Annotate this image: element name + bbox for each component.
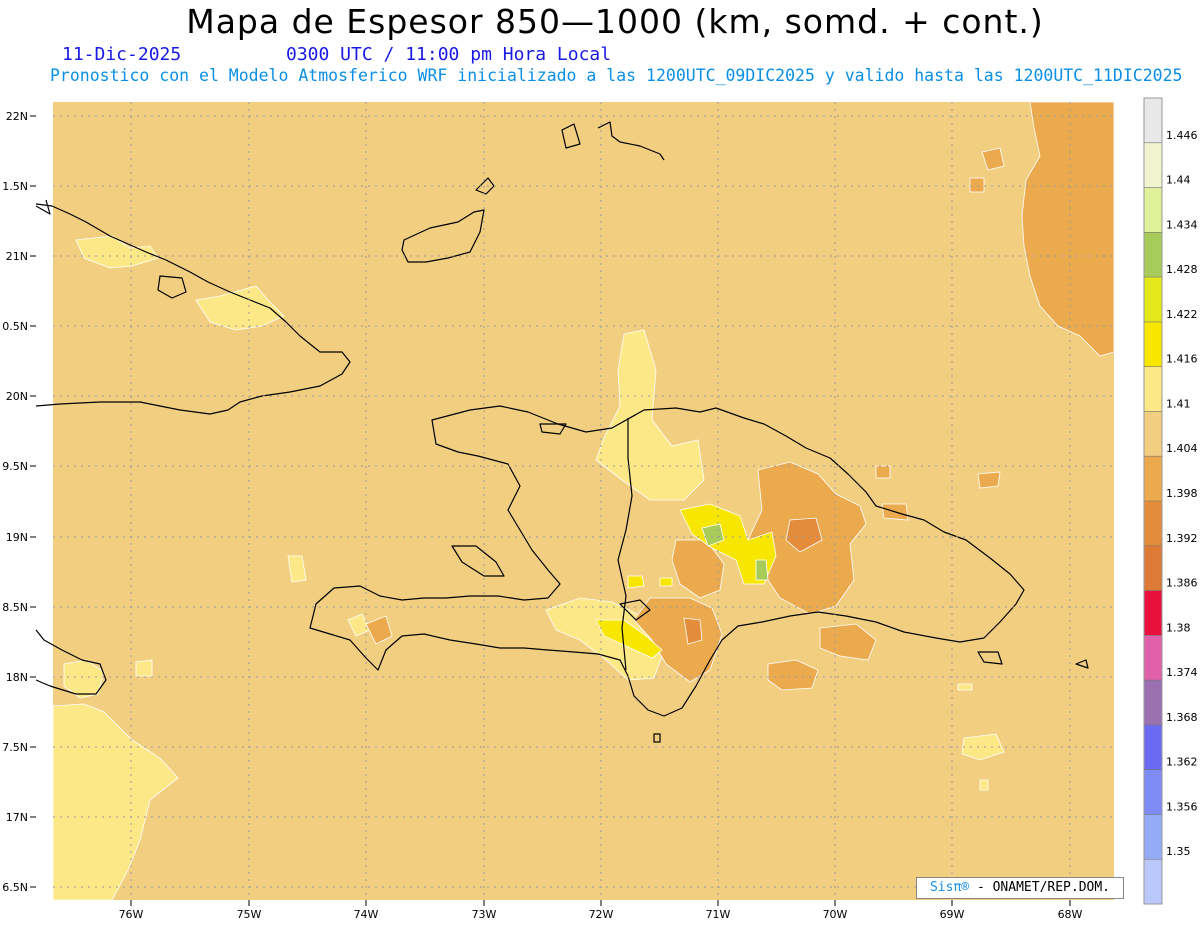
map-title: Mapa de Espesor 850—1000 (km, somd. + co… (186, 2, 1044, 41)
lat-label: 9.5N (2, 460, 28, 473)
lat-label: 18N (6, 671, 28, 684)
colorbar-label: 1.428 (1166, 263, 1198, 276)
colorbar-labels: 1.446 1.44 1.434 1.428 1.422 1.416 1.41 1.404 1.… (1166, 129, 1198, 858)
colorbar-label: 1.392 (1166, 532, 1198, 545)
map-field-background (53, 102, 1114, 900)
colorbar-label: 1.44 (1166, 174, 1191, 187)
colorbar-swatch (1144, 456, 1162, 502)
valid-date: 11-Dic-2025 (62, 44, 182, 65)
lat-label: 20N (6, 390, 28, 403)
colorbar-label: 1.422 (1166, 308, 1198, 321)
lon-label: 70W (823, 908, 848, 921)
lon-label: 73W (472, 908, 497, 921)
lat-label: 1.5N (2, 180, 28, 193)
lat-label: 19N (6, 531, 28, 544)
lon-label: 76W (119, 908, 144, 921)
latitude-labels: 22N 1.5N 21N 0.5N 20N 9.5N 19N 8.5N 18N … (2, 110, 28, 894)
colorbar-label: 1.446 (1166, 129, 1198, 142)
colorbar-swatch (1144, 142, 1162, 189)
colorbar-swatch (1144, 590, 1162, 636)
lat-label: 6.5N (2, 881, 28, 894)
colorbar-swatch (1144, 724, 1162, 771)
lon-label: 68W (1058, 908, 1083, 921)
lat-label: 17N (6, 811, 28, 824)
lon-label: 74W (354, 908, 379, 921)
colorbar-swatch (1144, 859, 1162, 905)
valid-time: 0300 UTC / 11:00 pm Hora Local (286, 44, 612, 65)
colorbar-swatch (1144, 232, 1162, 278)
lon-label: 71W (706, 908, 731, 921)
lon-label: 72W (589, 908, 614, 921)
colorbar-swatch (1144, 501, 1162, 547)
colorbar-label: 1.356 (1166, 800, 1198, 813)
colorbar-label: 1.35 (1166, 845, 1191, 858)
credit-text: - ONAMET/REP.DOM. (969, 880, 1111, 895)
colorbar-swatch (1144, 321, 1162, 368)
thickness-map: 22N 1.5N 21N 0.5N 20N 9.5N 19N 8.5N 18N … (2, 97, 1198, 921)
lon-label: 69W (940, 908, 965, 921)
colorbar-swatch (1144, 545, 1162, 592)
colorbar-swatch (1144, 187, 1162, 233)
colorbar-swatch (1144, 411, 1162, 457)
colorbar-swatch (1144, 635, 1162, 681)
colorbar-label: 1.386 (1166, 577, 1198, 590)
colorbar-label: 1.368 (1166, 711, 1198, 724)
colorbar (1143, 97, 1163, 905)
colorbar-label: 1.362 (1166, 756, 1198, 769)
lat-label: 7.5N (2, 741, 28, 754)
colorbar-swatch (1144, 98, 1162, 144)
colorbar-swatch (1144, 814, 1162, 860)
lat-label: 21N (6, 250, 28, 263)
colorbar-swatch (1144, 680, 1162, 726)
forecast-description: Pronostico con el Modelo Atmosferico WRF… (50, 66, 1183, 85)
colorbar-label: 1.434 (1166, 218, 1198, 231)
sispi-logo: Sisπ® (929, 880, 970, 895)
lon-label: 75W (237, 908, 262, 921)
colorbar-swatch (1144, 277, 1162, 323)
colorbar-label: 1.404 (1166, 442, 1198, 455)
colorbar-label: 1.374 (1166, 666, 1198, 679)
colorbar-swatch (1144, 366, 1162, 412)
lat-label: 0.5N (2, 320, 28, 333)
colorbar-swatch (1144, 769, 1162, 815)
colorbar-label: 1.41 (1166, 397, 1191, 410)
colorbar-label: 1.398 (1166, 487, 1198, 500)
colorbar-label: 1.38 (1166, 621, 1191, 634)
longitude-labels: 76W 75W 74W 73W 72W 71W 70W 69W 68W (119, 908, 1083, 921)
credit-box: Sisπ® - ONAMET/REP.DOM. (916, 877, 1124, 899)
lat-label: 8.5N (2, 601, 28, 614)
lat-label: 22N (6, 110, 28, 123)
colorbar-label: 1.416 (1166, 353, 1198, 366)
